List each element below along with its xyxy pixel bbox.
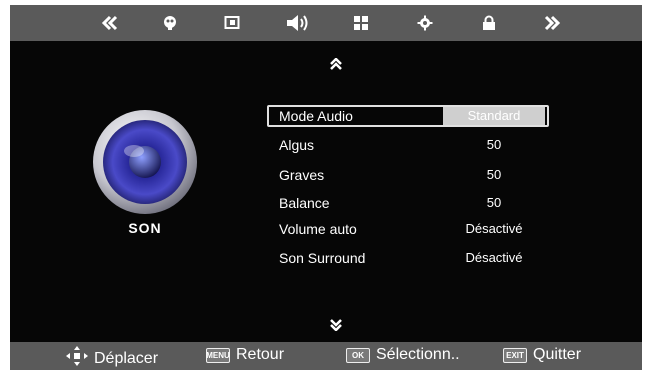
speaker-illustration-icon (90, 107, 200, 217)
menu-item-value: 50 (486, 137, 502, 152)
hint-exit: EXIT Quitter (503, 346, 581, 364)
screen-icon[interactable] (220, 11, 244, 35)
menu-item-volume-auto[interactable]: Volume auto Désactivé (267, 219, 545, 239)
hint-select-label: Sélectionn.. (376, 346, 460, 363)
menu-item-label: Mode Audio (279, 108, 353, 124)
menu-item-son-surround[interactable]: Son Surround Désactivé (267, 248, 545, 268)
menu-item-value: 50 (486, 167, 502, 182)
scroll-down-icon[interactable] (326, 318, 346, 332)
ok-key-icon: OK (346, 347, 370, 363)
hint-select: OK Sélectionn.. (346, 346, 460, 364)
tv-menu-screen: SON Mode Audio Standard Algus 50 Graves … (10, 5, 642, 370)
menu-item-label: Balance (279, 195, 330, 211)
menu-item-label: Graves (279, 167, 325, 183)
menu-item-value: 50 (486, 195, 502, 210)
hint-back-label: Retour (236, 346, 285, 363)
grid-icon[interactable] (349, 11, 373, 35)
top-nav-bar (10, 5, 642, 41)
dpad-icon (66, 346, 88, 371)
menu-item-value: Standard (443, 107, 545, 125)
menu-item-label: Algus (279, 137, 315, 153)
menu-item-algus[interactable]: Algus 50 (267, 135, 545, 155)
gear-icon[interactable] (413, 11, 437, 35)
hint-back: MENU Retour (206, 346, 284, 364)
hint-move: Déplacer (66, 346, 158, 371)
chevron-right-double-icon[interactable] (540, 11, 564, 35)
menu-item-value: Désactivé (465, 221, 523, 236)
menu-item-balance[interactable]: Balance 50 (267, 193, 545, 213)
chevron-left-double-icon[interactable] (98, 11, 122, 35)
hint-move-label: Déplacer (94, 349, 159, 367)
lock-icon[interactable] (477, 11, 501, 35)
hint-exit-label: Quitter (533, 346, 582, 363)
speaker-icon[interactable] (283, 11, 313, 35)
menu-key-icon: MENU (206, 347, 230, 363)
menu-item-graves[interactable]: Graves 50 (267, 165, 545, 185)
menu-item-mode-audio[interactable]: Mode Audio Standard (267, 105, 549, 127)
menu-item-value: Désactivé (465, 250, 523, 265)
exit-key-icon: EXIT (503, 347, 527, 363)
picture-icon[interactable] (158, 11, 182, 35)
menu-item-label: Volume auto (279, 221, 357, 237)
menu-item-label: Son Surround (279, 250, 366, 266)
section-title: SON (128, 220, 162, 236)
scroll-up-icon[interactable] (326, 57, 346, 71)
bottom-hint-bar: Déplacer MENU Retour OK Sélectionn.. EXI… (10, 342, 642, 370)
